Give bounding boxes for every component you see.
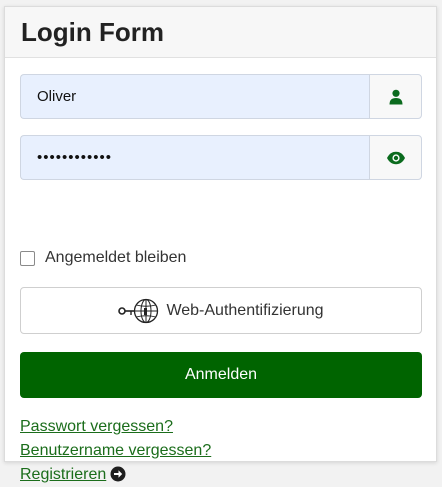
register-link[interactable]: Registrieren [20,463,211,487]
password-input[interactable] [20,135,369,180]
username-group [20,74,422,119]
remember-me-row[interactable]: Angemeldet bleiben [20,249,186,267]
forgot-password-link[interactable]: Passwort vergessen? [20,415,211,439]
show-password-button[interactable] [369,135,422,180]
user-icon [389,89,402,104]
key-globe-icon [118,298,159,323]
help-links: Passwort vergessen? Benutzername vergess… [20,415,211,487]
web-authentication-label: Web-Authentifizierung [166,301,324,319]
login-card: Login Form Angemelde [4,6,437,483]
remember-me-label[interactable]: Angemeldet bleiben [45,249,186,267]
password-group [20,135,422,180]
web-authentication-button[interactable]: Web-Authentifizierung [20,287,422,334]
remember-me-checkbox[interactable] [20,250,35,266]
page-title: Login Form [21,17,164,47]
eye-icon [386,151,405,164]
forgot-username-link[interactable]: Benutzername vergessen? [20,439,211,463]
username-input[interactable] [20,74,369,119]
username-addon[interactable] [369,74,422,119]
arrow-circle-right-icon [110,466,126,482]
card-header: Login Form [5,7,436,58]
login-button[interactable]: Anmelden [20,352,422,398]
